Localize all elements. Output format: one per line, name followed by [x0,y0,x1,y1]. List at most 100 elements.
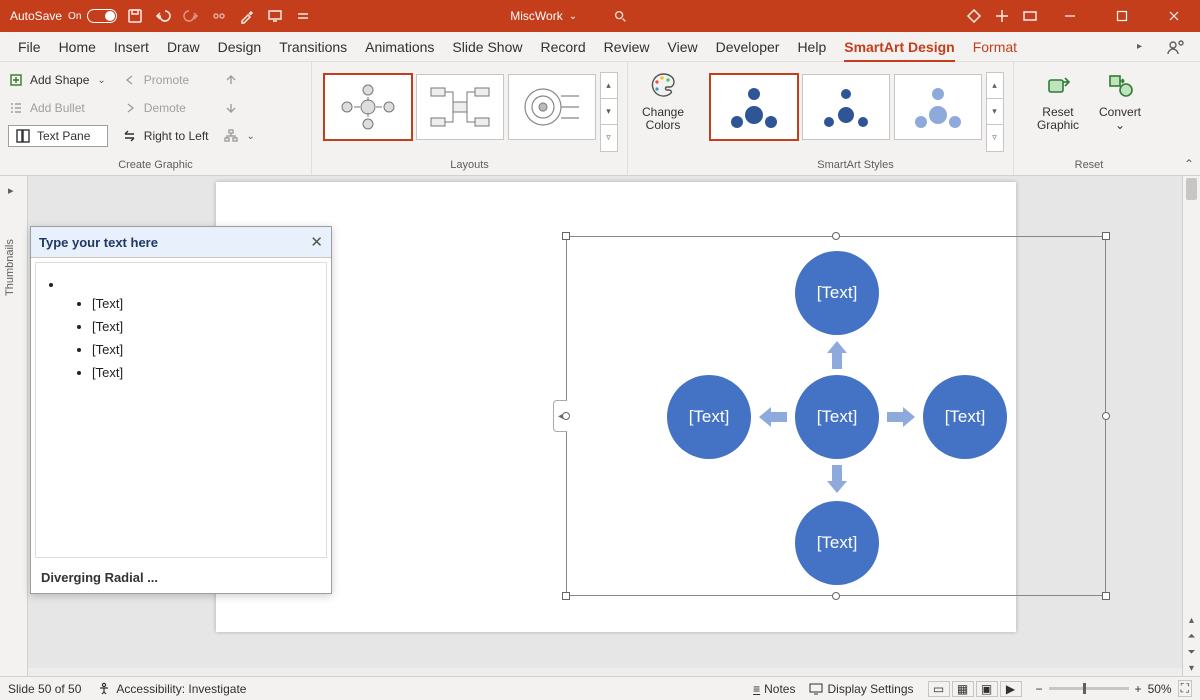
vertical-scrollbar[interactable]: ▴ ⏶ ⏷ ▾ [1182,176,1200,676]
smartart-node-center[interactable]: [Text] [795,375,879,459]
tab-format[interactable]: Format [973,32,1017,62]
ribbon-mode-icon[interactable] [1020,6,1040,26]
thumbnail-strip[interactable]: ▸ Thumbnails [0,176,28,676]
styles-spinbar[interactable]: ▴▾▿ [986,72,1004,152]
text-pane-body[interactable]: [Text] [Text] [Text] [Text] [35,262,327,558]
collapse-ribbon-icon[interactable]: ⌃ [1184,157,1194,171]
list-item[interactable]: [Text] [92,361,316,384]
tab-record[interactable]: Record [540,32,585,62]
zoom-out-icon[interactable]: − [1036,682,1043,696]
view-toggle[interactable]: ▭ ▦ ▣ ▶ [928,681,1022,697]
list-item[interactable]: [Text] [92,292,316,315]
close-button[interactable] [1152,0,1196,32]
style-thumb-3[interactable] [894,74,982,140]
layout-thumb-3[interactable] [508,74,596,140]
save-icon[interactable] [125,6,145,26]
reading-view-icon[interactable]: ▣ [976,681,998,697]
undo-icon[interactable] [153,6,173,26]
text-pane-button[interactable]: Text Pane [8,125,108,147]
style-thumb-1[interactable] [710,74,798,140]
next-slide-icon[interactable]: ⏷ [1183,644,1200,660]
search-box[interactable] [607,6,767,26]
zoom-control[interactable]: − + 50% ⛶ [1036,680,1192,697]
layout-thumb-1[interactable] [324,74,412,140]
accessibility-status[interactable]: Accessibility: Investigate [97,682,246,696]
reset-graphic-button[interactable]: ResetGraphic [1029,66,1087,134]
toggle-switch[interactable] [87,9,117,23]
slide-canvas[interactable]: ◂ [Text] [Text] [Text] [Text] [Text] [216,182,1016,632]
minimize-button[interactable] [1048,0,1092,32]
document-name[interactable]: MiscWork ⌄ [510,9,577,23]
notes-button[interactable]: ≡Notes [753,682,795,696]
change-colors-button[interactable]: Change Colors [634,66,692,134]
smartart-node-left[interactable]: [Text] [667,375,751,459]
display-settings-button[interactable]: Display Settings [809,682,913,696]
smartart-node-right[interactable]: [Text] [923,375,1007,459]
resize-handle[interactable] [1102,412,1110,420]
list-item[interactable]: [Text] [92,315,316,338]
resize-handle[interactable] [562,592,570,600]
tab-transitions[interactable]: Transitions [279,32,347,62]
sparkle-icon[interactable] [992,6,1012,26]
autosave-toggle[interactable]: AutoSave On [10,9,117,23]
maximize-button[interactable] [1100,0,1144,32]
resize-handle[interactable] [1102,232,1110,240]
sorter-view-icon[interactable]: ▦ [952,681,974,697]
layout-direction-button[interactable]: ⌄ [223,128,257,144]
close-icon[interactable]: ✕ [310,233,323,251]
convert-button[interactable]: Convert⌄ [1091,66,1149,134]
slide-indicator[interactable]: Slide 50 of 50 [8,682,81,696]
tab-smartart-design[interactable]: SmartArt Design [844,32,954,62]
layouts-gallery[interactable]: ▴▾▿ [322,72,618,152]
present-icon[interactable] [265,6,285,26]
tab-review[interactable]: Review [604,32,650,62]
tab-view[interactable]: View [668,32,698,62]
smartart-container[interactable]: ◂ [Text] [Text] [Text] [Text] [Text] [566,236,1106,596]
tab-design[interactable]: Design [218,32,262,62]
tab-animations[interactable]: Animations [365,32,434,62]
right-to-left-button[interactable]: Right to Left [122,128,209,144]
resize-handle[interactable] [832,592,840,600]
tab-insert[interactable]: Insert [114,32,149,62]
tab-file[interactable]: File [18,32,41,62]
fit-to-window-icon[interactable]: ⛶ [1178,680,1192,697]
tab-home[interactable]: Home [59,32,96,62]
smartart-text-pane[interactable]: Type your text here ✕ [Text] [Text] [Tex… [30,226,332,594]
tab-slideshow[interactable]: Slide Show [452,32,522,62]
scroll-thumb[interactable] [1186,178,1197,200]
smartart-node-top[interactable]: [Text] [795,251,879,335]
tab-help[interactable]: Help [797,32,826,62]
qat-overflow-icon[interactable] [293,6,313,26]
resize-handle[interactable] [562,232,570,240]
tab-developer[interactable]: Developer [716,32,780,62]
diamond-icon[interactable] [964,6,984,26]
scroll-up-icon[interactable]: ▴ [1183,612,1200,628]
quickaccess-icon[interactable] [209,6,229,26]
redo-icon[interactable] [181,6,201,26]
zoom-in-icon[interactable]: + [1135,682,1142,696]
add-shape-button[interactable]: Add Shape ⌄ [8,72,108,88]
resize-handle[interactable] [1102,592,1110,600]
text-pane-title-bar[interactable]: Type your text here ✕ [31,227,331,258]
zoom-slider[interactable] [1049,687,1129,690]
normal-view-icon[interactable]: ▭ [928,681,950,697]
slideshow-view-icon[interactable]: ▶ [1000,681,1022,697]
layouts-spinbar[interactable]: ▴▾▿ [600,72,618,152]
resize-handle[interactable] [562,412,570,420]
resize-handle[interactable] [832,232,840,240]
zoom-level[interactable]: 50% [1148,682,1172,696]
layout-thumb-2[interactable] [416,74,504,140]
expand-thumbnails-icon[interactable]: ▸ [8,184,14,197]
style-thumb-2[interactable] [802,74,890,140]
prev-slide-icon[interactable]: ⏶ [1183,628,1200,644]
horizontal-scrollbar[interactable] [28,668,1182,676]
smartart-node-bottom[interactable]: [Text] [795,501,879,585]
share-icon[interactable] [1162,33,1190,61]
list-item[interactable]: [Text] [Text] [Text] [Text] [64,273,316,388]
scroll-down-icon[interactable]: ▾ [1183,660,1200,676]
tab-draw[interactable]: Draw [167,32,200,62]
styles-gallery[interactable]: ▴▾▿ [708,72,1004,152]
list-item[interactable]: [Text] [92,338,316,361]
tabs-overflow-icon[interactable]: ▸ [1135,41,1144,52]
eyedropper-icon[interactable] [237,6,257,26]
